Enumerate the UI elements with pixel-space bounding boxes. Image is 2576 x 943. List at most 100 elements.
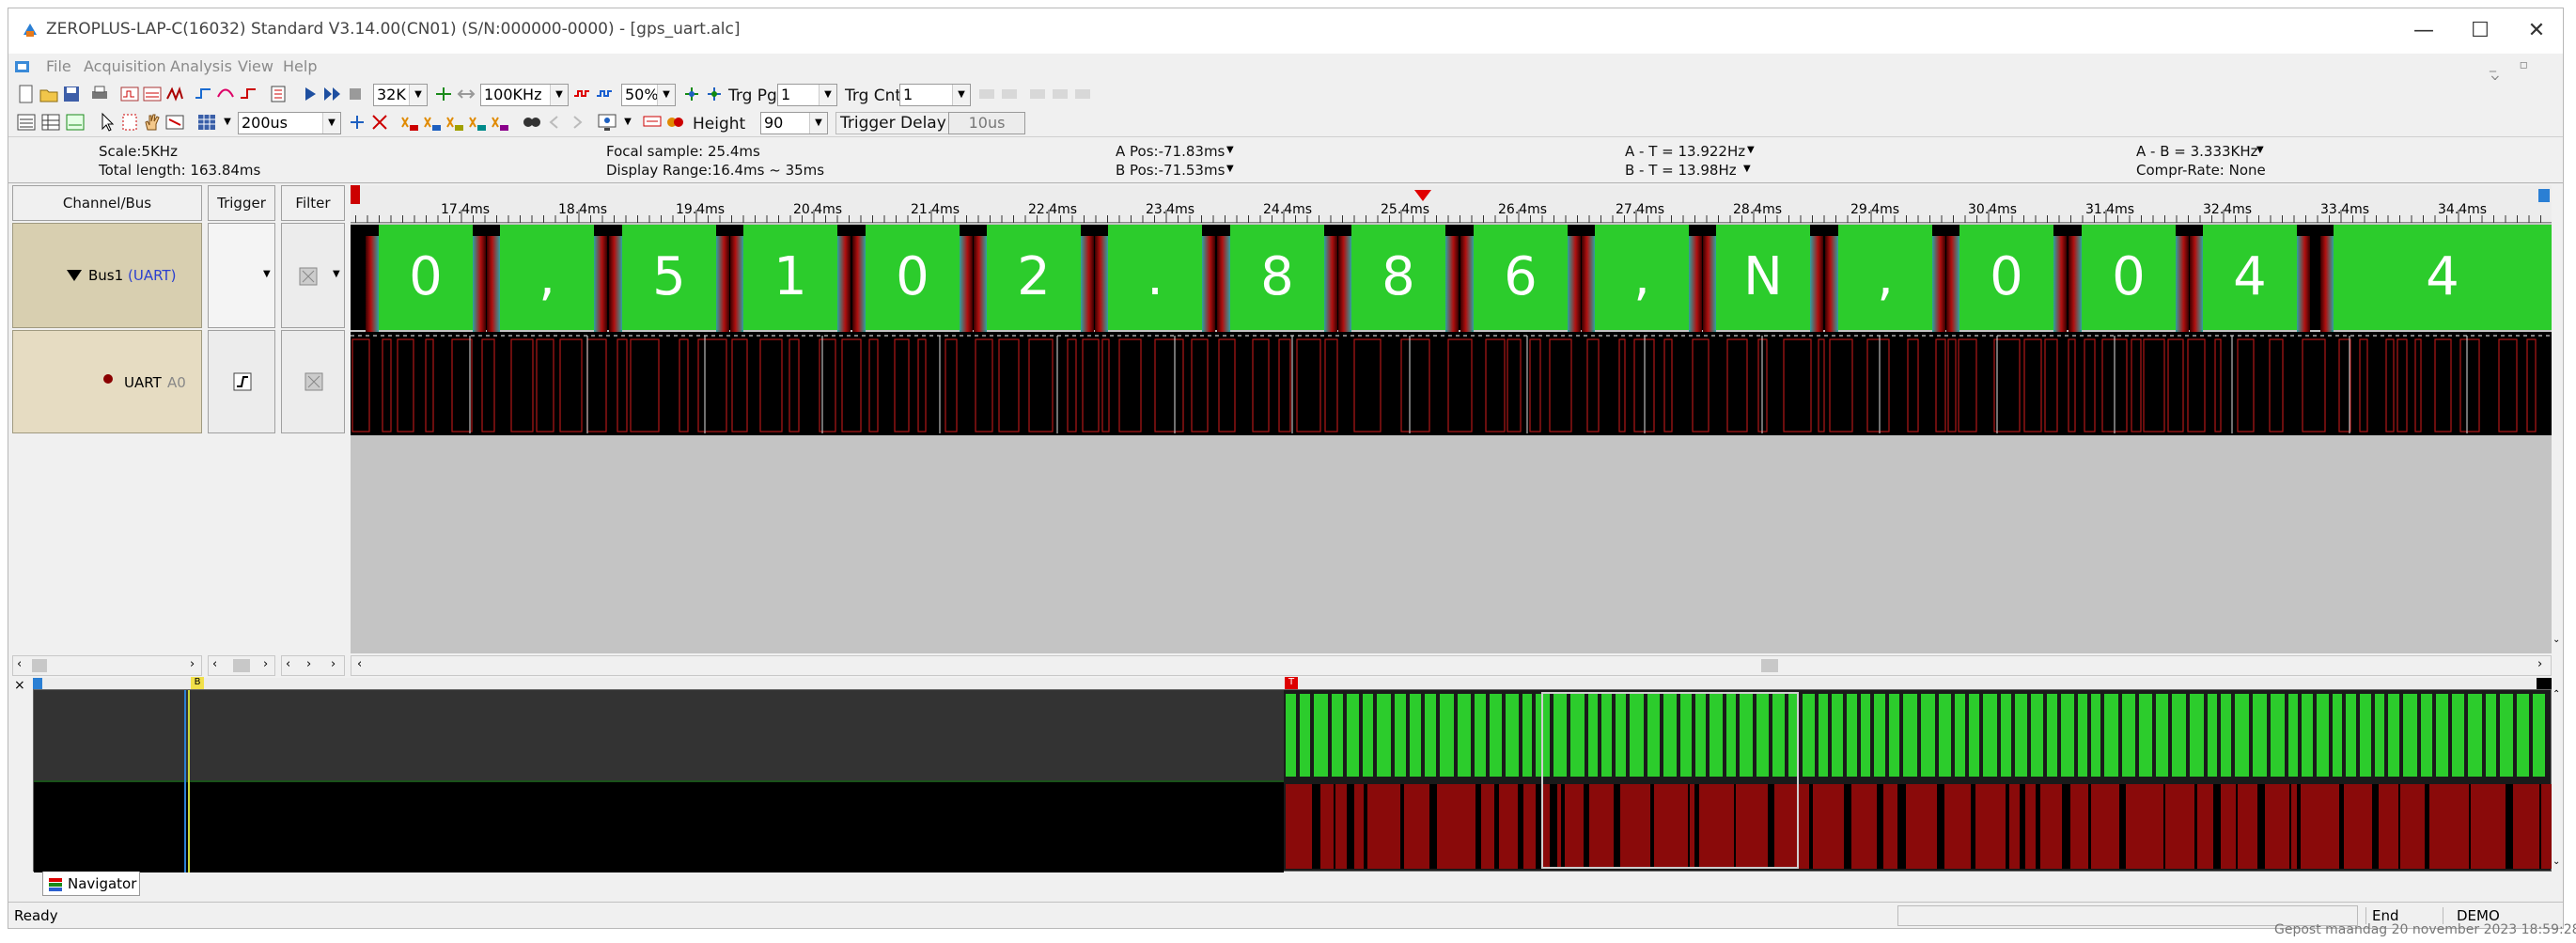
trg-cnt-select[interactable]: 1 ▼: [899, 84, 971, 106]
a-minus-t-text[interactable]: A - T = 13.922Hz: [1625, 143, 1745, 160]
memory-depth-select[interactable]: 32K ▼: [373, 84, 428, 106]
waveform-view-icon[interactable]: [16, 112, 37, 133]
navigator-close-icon[interactable]: ×: [14, 678, 25, 693]
navigator-vscrollbar[interactable]: ⌃ ⌄: [2552, 689, 2563, 872]
trigger-prev-icon[interactable]: [681, 84, 702, 104]
scroll-right-icon[interactable]: ›: [306, 657, 311, 671]
display-dropdown-icon[interactable]: ▼: [617, 112, 638, 133]
scroll-left-icon[interactable]: ‹: [212, 657, 217, 671]
scroll-right-icon[interactable]: ›: [190, 657, 195, 671]
new-file-icon[interactable]: [16, 84, 37, 104]
bus-decode-box[interactable]: 4: [2203, 225, 2297, 330]
scroll-thumb[interactable]: [233, 659, 250, 672]
menu-help[interactable]: Help: [283, 57, 317, 75]
bus-waveform-row[interactable]: 0,5102.886,N,0044: [351, 225, 2552, 338]
channel-setup-icon[interactable]: [119, 84, 140, 104]
nav-cursor-b-marker[interactable]: B: [191, 677, 204, 689]
collapse-triangle-icon[interactable]: [66, 267, 83, 284]
bus-filter-cell[interactable]: ▼: [281, 223, 345, 328]
zoom-region-icon[interactable]: [119, 112, 140, 133]
bus-decode-box[interactable]: 4: [2334, 225, 2552, 330]
open-file-icon[interactable]: [39, 84, 59, 104]
time-div-select[interactable]: 200us ▼: [238, 112, 341, 134]
trigger-icon[interactable]: [193, 84, 213, 104]
rising-edge-icon[interactable]: [233, 372, 252, 391]
stop-icon[interactable]: [345, 84, 366, 104]
uart-trigger-cell[interactable]: [208, 330, 275, 433]
filter-disabled-icon[interactable]: [299, 267, 318, 286]
trigger-next-icon[interactable]: [704, 84, 725, 104]
scroll-left-icon[interactable]: ‹: [357, 657, 362, 671]
bus-decode-box[interactable]: 0: [866, 225, 960, 330]
scroll-down-icon[interactable]: ⌄: [2553, 857, 2560, 867]
bus-decode-1-icon[interactable]: [399, 112, 420, 133]
cursor-b-marker-icon[interactable]: [2538, 189, 2550, 202]
bus-decode-3-icon[interactable]: [445, 112, 465, 133]
a-pos-text[interactable]: A Pos:-71.83ms: [1116, 143, 1225, 160]
uart-label-cell[interactable]: UART A0: [12, 330, 202, 433]
bus-setup-icon[interactable]: [142, 84, 163, 104]
filter-disabled-icon[interactable]: [304, 372, 323, 391]
bus-decode-2-icon[interactable]: [422, 112, 443, 133]
close-button[interactable]: ✕: [2508, 14, 2565, 48]
scroll-up-icon[interactable]: ⌃: [2553, 689, 2560, 699]
chevron-down-icon[interactable]: ▼: [263, 269, 271, 279]
bus-decode-box[interactable]: N: [1716, 225, 1810, 330]
bus-decode-box[interactable]: ,: [1595, 225, 1689, 330]
trigger-position-select[interactable]: 50% ▼: [621, 84, 676, 106]
bus-decode-box[interactable]: .: [1108, 225, 1202, 330]
chevron-down-icon[interactable]: ▼: [333, 269, 340, 279]
edge-icon[interactable]: [215, 84, 236, 104]
hand-icon[interactable]: [142, 112, 163, 133]
grid-icon[interactable]: [196, 112, 217, 133]
b-pos-dropdown-icon[interactable]: ▼: [1226, 164, 1234, 174]
expand-icon[interactable]: [456, 84, 476, 104]
maximize-button[interactable]: ☐: [2452, 14, 2508, 48]
scroll-left-icon[interactable]: ‹: [17, 657, 22, 671]
list-view-icon[interactable]: [40, 112, 61, 133]
menu-file[interactable]: File: [46, 57, 71, 75]
b-pos-text[interactable]: B Pos:-71.53ms: [1116, 162, 1225, 179]
run-repeat-icon[interactable]: [322, 84, 343, 104]
bus-icon[interactable]: [642, 112, 663, 133]
navigator-tab[interactable]: Navigator: [42, 872, 140, 896]
scroll-right-icon[interactable]: ›: [263, 657, 268, 671]
height-select[interactable]: 90 ▼: [760, 112, 828, 134]
waveform-hscrollbar[interactable]: ‹ ›: [351, 655, 2552, 676]
scroll-right-icon[interactable]: ›: [2537, 657, 2542, 671]
zoom-out-icon[interactable]: [369, 112, 390, 133]
clock-edge-icon[interactable]: [572, 84, 593, 104]
bus-decode-5-icon[interactable]: [490, 112, 510, 133]
pointer-icon[interactable]: [97, 112, 117, 133]
trigger-delay-field[interactable]: 10us: [948, 112, 1025, 134]
compress-icon[interactable]: [433, 84, 454, 104]
trigger-hscrollbar[interactable]: ‹ ›: [208, 655, 275, 676]
uart-waveform-row[interactable]: [351, 332, 2552, 435]
channel-hscrollbar[interactable]: ‹ ›: [12, 655, 202, 676]
bus-decode-box[interactable]: 0: [1959, 225, 2053, 330]
menu-view[interactable]: View: [238, 57, 273, 75]
bus-decode-box[interactable]: ,: [1838, 225, 1932, 330]
bus-decode-4-icon[interactable]: [467, 112, 488, 133]
b-minus-t-text[interactable]: B - T = 13.98Hz: [1625, 162, 1737, 179]
scroll-right-icon[interactable]: ›: [331, 657, 336, 671]
navigator-overview[interactable]: [33, 689, 2553, 872]
bus-decode-box[interactable]: 0: [2082, 225, 2176, 330]
clock-wave-icon[interactable]: [595, 84, 616, 104]
a-pos-dropdown-icon[interactable]: ▼: [1226, 145, 1234, 155]
bus-decode-box[interactable]: ,: [500, 225, 594, 330]
sample-rate-select[interactable]: 100KHz ▼: [480, 84, 569, 106]
a-b-dropdown-icon[interactable]: ▼: [2256, 145, 2264, 155]
filter-hscrollbar[interactable]: ‹ › ›: [281, 655, 345, 676]
bus-decode-box[interactable]: 8: [1351, 225, 1445, 330]
bus-decode-box[interactable]: 6: [1474, 225, 1568, 330]
scroll-down-icon[interactable]: ⌄: [2553, 635, 2560, 645]
print-icon[interactable]: [89, 84, 110, 104]
cursor-a-marker-icon[interactable]: [351, 185, 360, 204]
a-t-dropdown-icon[interactable]: ▼: [1747, 145, 1755, 155]
measure-icon[interactable]: [164, 112, 185, 133]
display-icon[interactable]: [597, 112, 617, 133]
grid-dropdown-icon[interactable]: ▼: [217, 112, 238, 133]
memory-icon[interactable]: [268, 84, 289, 104]
bus-decode-box[interactable]: 0: [379, 225, 473, 330]
